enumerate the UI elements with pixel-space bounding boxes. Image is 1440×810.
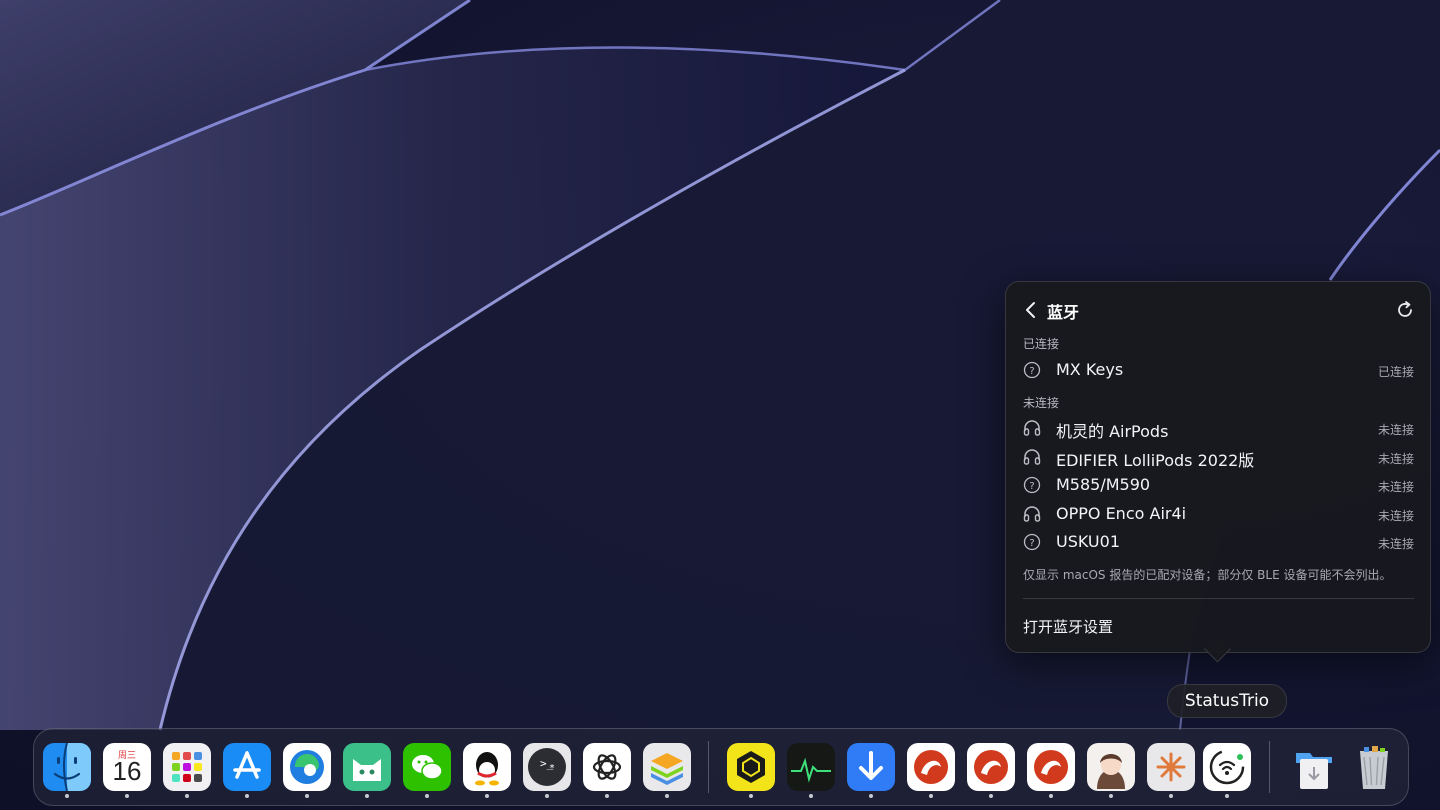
edge-icon[interactable] (283, 743, 331, 791)
activity-monitor-icon[interactable] (787, 743, 835, 791)
svg-text:?: ? (1029, 481, 1034, 492)
divider (1023, 598, 1414, 599)
red-app-1-icon[interactable] (907, 743, 955, 791)
headphones-icon (1022, 418, 1042, 438)
calendar-icon[interactable]: 周三 16 (103, 743, 151, 791)
device-row-m585[interactable]: ? M585/M590 未连接 (1006, 472, 1430, 498)
running-indicator (65, 794, 69, 798)
finder-icon[interactable] (43, 743, 91, 791)
cat-app-icon[interactable] (343, 743, 391, 791)
dock-separator (708, 741, 709, 793)
running-indicator (185, 794, 189, 798)
wechat-icon[interactable] (403, 743, 451, 791)
device-row-edifier[interactable]: EDIFIER LolliPods 2022版 未连接 (1006, 444, 1430, 470)
running-indicator (485, 794, 489, 798)
running-indicator (245, 794, 249, 798)
running-indicator (125, 794, 129, 798)
device-name: 机灵的 AirPods (1056, 422, 1169, 441)
downloads-folder-icon[interactable] (1290, 743, 1338, 791)
bluetooth-popover: 蓝牙 已连接 ? MX Keys 已连接 未连接 机灵的 AirPods 未连接… (1005, 281, 1431, 653)
red-app-2-icon[interactable] (967, 743, 1015, 791)
question-icon: ? (1022, 532, 1042, 552)
connected-section-label: 已连接 (1023, 337, 1060, 351)
downloader-icon[interactable] (847, 743, 895, 791)
running-indicator (869, 794, 873, 798)
running-indicator (665, 794, 669, 798)
running-indicator (305, 794, 309, 798)
svg-text:?: ? (1029, 366, 1034, 377)
avatar-app-icon[interactable] (1087, 743, 1135, 791)
device-status: 未连接 (1377, 452, 1414, 466)
device-row-oppo[interactable]: OPPO Enco Air4i 未连接 (1006, 501, 1430, 527)
qq-icon[interactable] (463, 743, 511, 791)
dock-separator (1269, 741, 1270, 793)
refresh-icon[interactable] (1394, 299, 1416, 321)
running-indicator (425, 794, 429, 798)
running-indicator (1225, 794, 1229, 798)
device-row-mx-keys[interactable]: ? MX Keys 已连接 (1006, 357, 1430, 383)
svg-text:?: ? (1029, 538, 1034, 549)
dock-tooltip: StatusTrio (1167, 684, 1287, 718)
running-indicator (1049, 794, 1053, 798)
device-status: 未连接 (1377, 509, 1414, 523)
statustrio-icon[interactable] (1203, 743, 1251, 791)
running-indicator (809, 794, 813, 798)
device-row-usku01[interactable]: ? USKU01 未连接 (1006, 529, 1430, 555)
running-indicator (545, 794, 549, 798)
running-indicator (929, 794, 933, 798)
chevron-left-icon[interactable] (1020, 298, 1042, 322)
device-name: USKU01 (1056, 532, 1120, 551)
terminal-icon[interactable]: >_ * (523, 743, 571, 791)
popover-header: 蓝牙 (1006, 298, 1430, 322)
trash-icon[interactable] (1350, 743, 1398, 791)
hexagon-app-icon[interactable] (727, 743, 775, 791)
open-bluetooth-settings-button[interactable]: 打开蓝牙设置 (1023, 616, 1113, 637)
device-name: OPPO Enco Air4i (1056, 504, 1187, 523)
device-status: 未连接 (1377, 537, 1414, 551)
claude-icon[interactable] (1147, 743, 1195, 791)
chatgpt-icon[interactable] (583, 743, 631, 791)
stack-app-icon[interactable] (643, 743, 691, 791)
device-status: 未连接 (1377, 423, 1414, 437)
paired-devices-note: 仅显示 macOS 报告的已配对设备；部分仅 BLE 设备可能不会列出。 (1023, 568, 1392, 582)
running-indicator (365, 794, 369, 798)
running-indicator (989, 794, 993, 798)
launchpad-icon[interactable] (163, 743, 211, 791)
running-indicator (749, 794, 753, 798)
calendar-date: 16 (112, 756, 142, 786)
red-app-3-icon[interactable] (1027, 743, 1075, 791)
question-icon: ? (1022, 360, 1042, 380)
running-indicator (605, 794, 609, 798)
popover-title: 蓝牙 (1047, 303, 1080, 322)
disconnected-section-label: 未连接 (1023, 396, 1060, 410)
svg-text:*: * (549, 763, 555, 774)
device-name: M585/M590 (1056, 475, 1151, 494)
device-status: 已连接 (1377, 365, 1414, 379)
device-row-airpods[interactable]: 机灵的 AirPods 未连接 (1006, 415, 1430, 441)
device-name: MX Keys (1056, 360, 1124, 379)
device-status: 未连接 (1377, 480, 1414, 494)
app-store-icon[interactable] (223, 743, 271, 791)
headphones-icon (1022, 447, 1042, 467)
dock: 周三 16 >_ * (33, 728, 1409, 806)
question-icon: ? (1022, 475, 1042, 495)
device-name: EDIFIER LolliPods 2022版 (1056, 451, 1255, 470)
running-indicator (1109, 794, 1113, 798)
headphones-icon (1022, 504, 1042, 524)
running-indicator (1169, 794, 1173, 798)
